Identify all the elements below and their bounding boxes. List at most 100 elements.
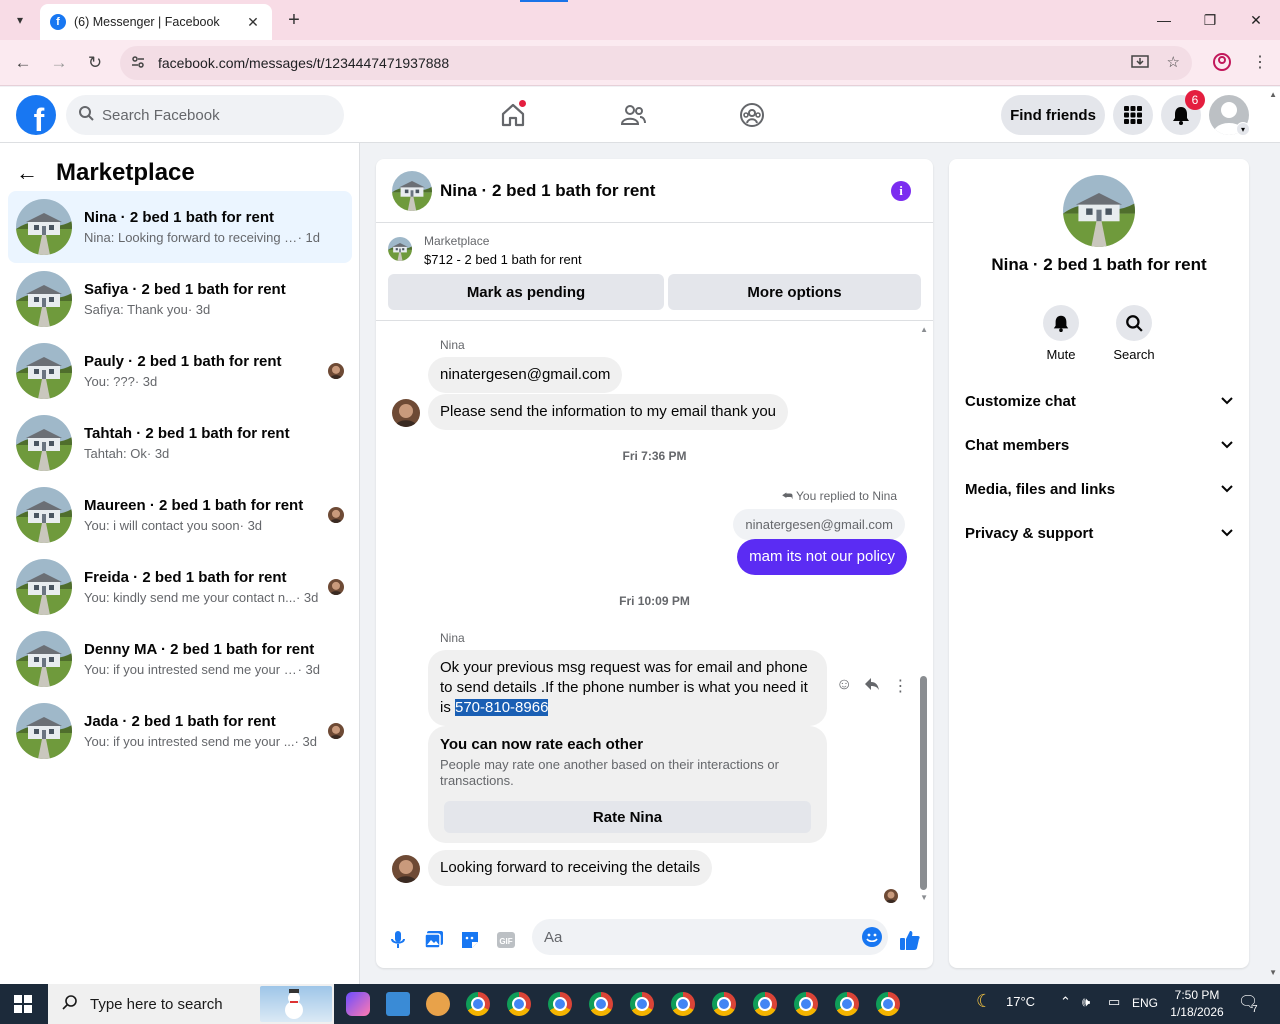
- copilot-app-icon[interactable]: [346, 992, 370, 1016]
- language-indicator[interactable]: ENG: [1132, 996, 1158, 1010]
- message-input[interactable]: [544, 928, 844, 946]
- scroll-down-arrow-icon[interactable]: ▼: [920, 893, 928, 902]
- chat-members-section[interactable]: Chat members: [957, 423, 1241, 467]
- app-window-icon[interactable]: [386, 992, 410, 1016]
- search-conversation-button[interactable]: Search: [1104, 305, 1164, 362]
- profile-icon[interactable]: [1212, 52, 1232, 77]
- facebook-search-input[interactable]: [102, 106, 322, 124]
- home-icon[interactable]: [497, 99, 529, 131]
- chrome-app-icon[interactable]: [794, 992, 818, 1016]
- minimize-icon[interactable]: —: [1141, 6, 1187, 34]
- rate-nina-button[interactable]: Rate Nina: [444, 801, 811, 833]
- chrome-app-icon[interactable]: [671, 992, 695, 1016]
- chrome-app-icon[interactable]: [548, 992, 572, 1016]
- taskbar-search-box[interactable]: Type here to search: [48, 984, 334, 1024]
- gif-icon[interactable]: GIF: [494, 928, 518, 952]
- chrome-app-icon[interactable]: [466, 992, 490, 1016]
- install-app-icon[interactable]: [1130, 53, 1149, 75]
- back-arrow-icon[interactable]: ←: [16, 160, 48, 186]
- chat-scrollbar-thumb[interactable]: [920, 676, 927, 890]
- react-emoji-icon[interactable]: ☺: [836, 676, 852, 697]
- conversation-item[interactable]: Denny MA · 2 bed 1 bath for rent You: if …: [8, 623, 352, 695]
- chat-title[interactable]: Nina · 2 bed 1 bath for rent: [440, 181, 655, 201]
- conversation-item[interactable]: Maureen · 2 bed 1 bath for rent You: i wi…: [8, 479, 352, 551]
- info-icon[interactable]: i: [891, 181, 911, 201]
- listing-photo[interactable]: [392, 170, 432, 211]
- more-vertical-icon[interactable]: ⋮: [892, 676, 908, 697]
- conversation-item[interactable]: Jada · 2 bed 1 bath for rent You: if you …: [8, 695, 352, 767]
- message-bubble[interactable]: Looking forward to receiving the details: [428, 850, 713, 886]
- windows-taskbar: Type here to search ☾ 17°C ⌃ 🕪 ▭ ENG 7:5…: [0, 984, 1280, 1024]
- menu-grid-icon[interactable]: [1113, 95, 1153, 135]
- site-settings-icon[interactable]: [130, 54, 150, 73]
- message-bubble[interactable]: ninatergesen@gmail.com: [428, 357, 623, 393]
- media-files-links-section[interactable]: Media, files and links: [957, 467, 1241, 511]
- photo-icon[interactable]: [422, 928, 446, 952]
- conversation-item[interactable]: Pauly · 2 bed 1 bath for rent You: ??? · …: [8, 335, 352, 407]
- listing-thumbnail[interactable]: [388, 237, 412, 261]
- account-chevron-down-icon[interactable]: ▾: [1236, 122, 1250, 136]
- facebook-search-box[interactable]: [66, 95, 344, 135]
- message-bubble[interactable]: Please send the information to my email …: [428, 394, 789, 430]
- listing-photo-large[interactable]: [1063, 175, 1135, 247]
- omnibox[interactable]: facebook.com/messages/t/1234447471937888…: [120, 46, 1192, 80]
- more-options-button[interactable]: More options: [668, 274, 921, 310]
- mark-as-pending-button[interactable]: Mark as pending: [388, 274, 664, 310]
- close-window-icon[interactable]: ✕: [1233, 6, 1279, 34]
- search-icon: [78, 105, 94, 125]
- emoji-icon[interactable]: [862, 927, 882, 947]
- sender-avatar[interactable]: [392, 399, 420, 427]
- chrome-app-icon[interactable]: [507, 992, 531, 1016]
- conversation-item[interactable]: Safiya · 2 bed 1 bath for rent Safiya: Th…: [8, 263, 352, 335]
- tab-close-icon[interactable]: ✕: [244, 14, 262, 31]
- chrome-app-icon[interactable]: [589, 992, 613, 1016]
- restore-icon[interactable]: ❐: [1187, 6, 1233, 34]
- forward-arrow-icon[interactable]: →: [46, 50, 72, 76]
- scroll-up-arrow-icon[interactable]: ▲: [920, 325, 928, 334]
- paint-app-icon[interactable]: [426, 992, 450, 1016]
- groups-icon[interactable]: [736, 99, 768, 131]
- windows-start-icon[interactable]: [14, 995, 32, 1013]
- bookmark-star-icon[interactable]: ☆: [1167, 53, 1180, 75]
- sticker-icon[interactable]: [458, 928, 482, 952]
- microphone-icon[interactable]: [386, 928, 410, 952]
- friends-icon[interactable]: [617, 99, 649, 131]
- back-arrow-icon[interactable]: ←: [10, 50, 36, 76]
- browser-tab[interactable]: f (6) Messenger | Facebook ✕: [40, 4, 272, 40]
- my-message-bubble[interactable]: mam its not our policy: [737, 539, 907, 575]
- tray-chevron-up-icon[interactable]: ⌃: [1060, 994, 1071, 1010]
- customize-chat-section[interactable]: Customize chat: [957, 379, 1241, 423]
- privacy-support-section[interactable]: Privacy & support: [957, 511, 1241, 555]
- conversation-item[interactable]: Tahtah · 2 bed 1 bath for rent Tahtah: Ok…: [8, 407, 352, 479]
- listing-price[interactable]: $712 - 2 bed 1 bath for rent: [424, 252, 582, 267]
- message-input-box[interactable]: [532, 919, 888, 955]
- page-scroll-up-arrow-icon[interactable]: ▲: [1269, 90, 1277, 99]
- reply-icon[interactable]: [864, 676, 880, 697]
- page-scroll-down-arrow-icon[interactable]: ▼: [1269, 968, 1277, 977]
- thumbs-up-icon[interactable]: [898, 928, 922, 952]
- network-icon[interactable]: ▭: [1108, 994, 1120, 1010]
- browser-menu-icon[interactable]: ⋮: [1252, 52, 1268, 72]
- temperature[interactable]: 17°C: [1006, 994, 1035, 1009]
- new-tab-plus-icon[interactable]: +: [282, 8, 306, 32]
- chrome-app-icon[interactable]: [835, 992, 859, 1016]
- volume-icon[interactable]: 🕪: [1082, 994, 1090, 1010]
- message-bubble[interactable]: Ok your previous msg request was for ema…: [428, 650, 827, 726]
- reload-icon[interactable]: ↻: [82, 50, 108, 76]
- chrome-app-icon[interactable]: [753, 992, 777, 1016]
- chrome-app-icon[interactable]: [876, 992, 900, 1016]
- section-label: Privacy & support: [965, 524, 1094, 542]
- conversation-item[interactable]: Nina · 2 bed 1 bath for rent Nina: Lookin…: [8, 191, 352, 263]
- conversation-item[interactable]: Freida · 2 bed 1 bath for rent You: kindl…: [8, 551, 352, 623]
- mute-button[interactable]: Mute: [1031, 305, 1091, 362]
- chrome-app-icon[interactable]: [630, 992, 654, 1016]
- quoted-message[interactable]: ninatergesen@gmail.com: [733, 509, 905, 540]
- chrome-app-icon[interactable]: [712, 992, 736, 1016]
- taskbar-clock[interactable]: 7:50 PM 1/18/2026: [1167, 987, 1227, 1021]
- facebook-logo[interactable]: f: [16, 95, 56, 135]
- sender-avatar[interactable]: [392, 855, 420, 883]
- find-friends-button[interactable]: Find friends: [1001, 95, 1105, 135]
- selected-phone-number[interactable]: 570-810-8966: [455, 699, 549, 716]
- tab-search-chevron-icon[interactable]: ▾: [8, 8, 32, 32]
- conversation-text: Denny MA · 2 bed 1 bath for rent You: if …: [84, 641, 320, 677]
